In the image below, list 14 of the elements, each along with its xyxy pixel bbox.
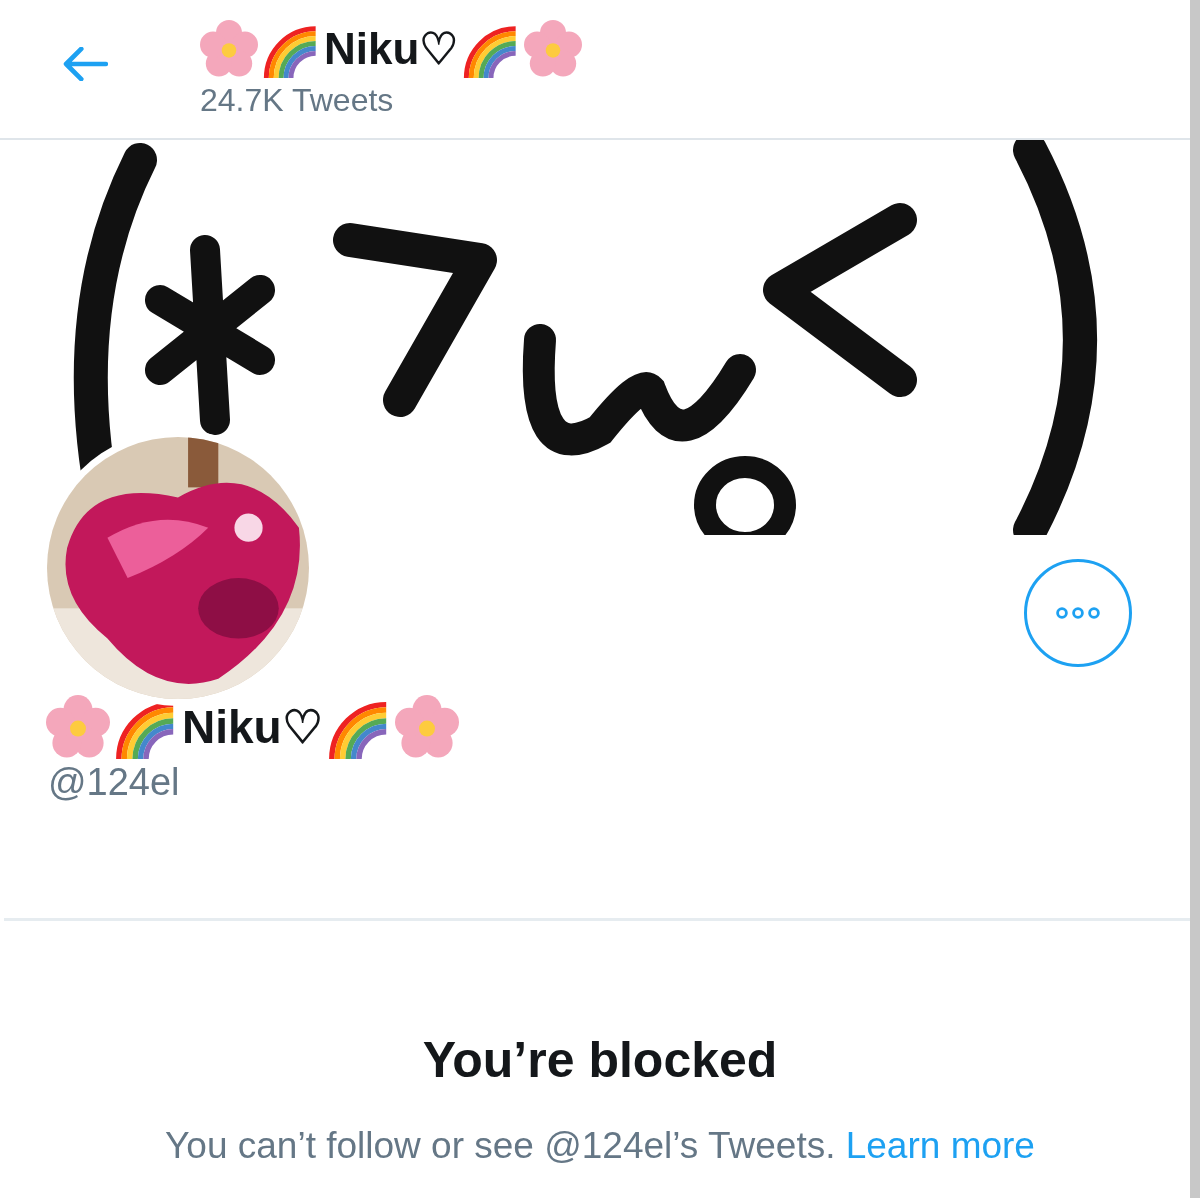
flower-icon — [524, 19, 583, 78]
profile-handle: @124el — [48, 761, 181, 804]
blocked-message: You can’t follow or see @124el’s Tweets. — [165, 1125, 836, 1166]
flower-icon — [200, 19, 258, 78]
scrollbar[interactable] — [1190, 0, 1200, 1198]
learn-more-link[interactable]: Learn more — [845, 1125, 1035, 1166]
flower-icon — [394, 695, 459, 759]
profile-name: Niku♡ — [182, 700, 323, 755]
more-icon — [1054, 606, 1102, 620]
blocked-title: You’re blocked — [422, 1031, 778, 1089]
tweet-count: 24.7K Tweets — [200, 81, 395, 119]
back-icon[interactable] — [62, 47, 108, 81]
profile-name: Niku♡ — [324, 22, 459, 75]
flower-icon — [46, 695, 110, 759]
